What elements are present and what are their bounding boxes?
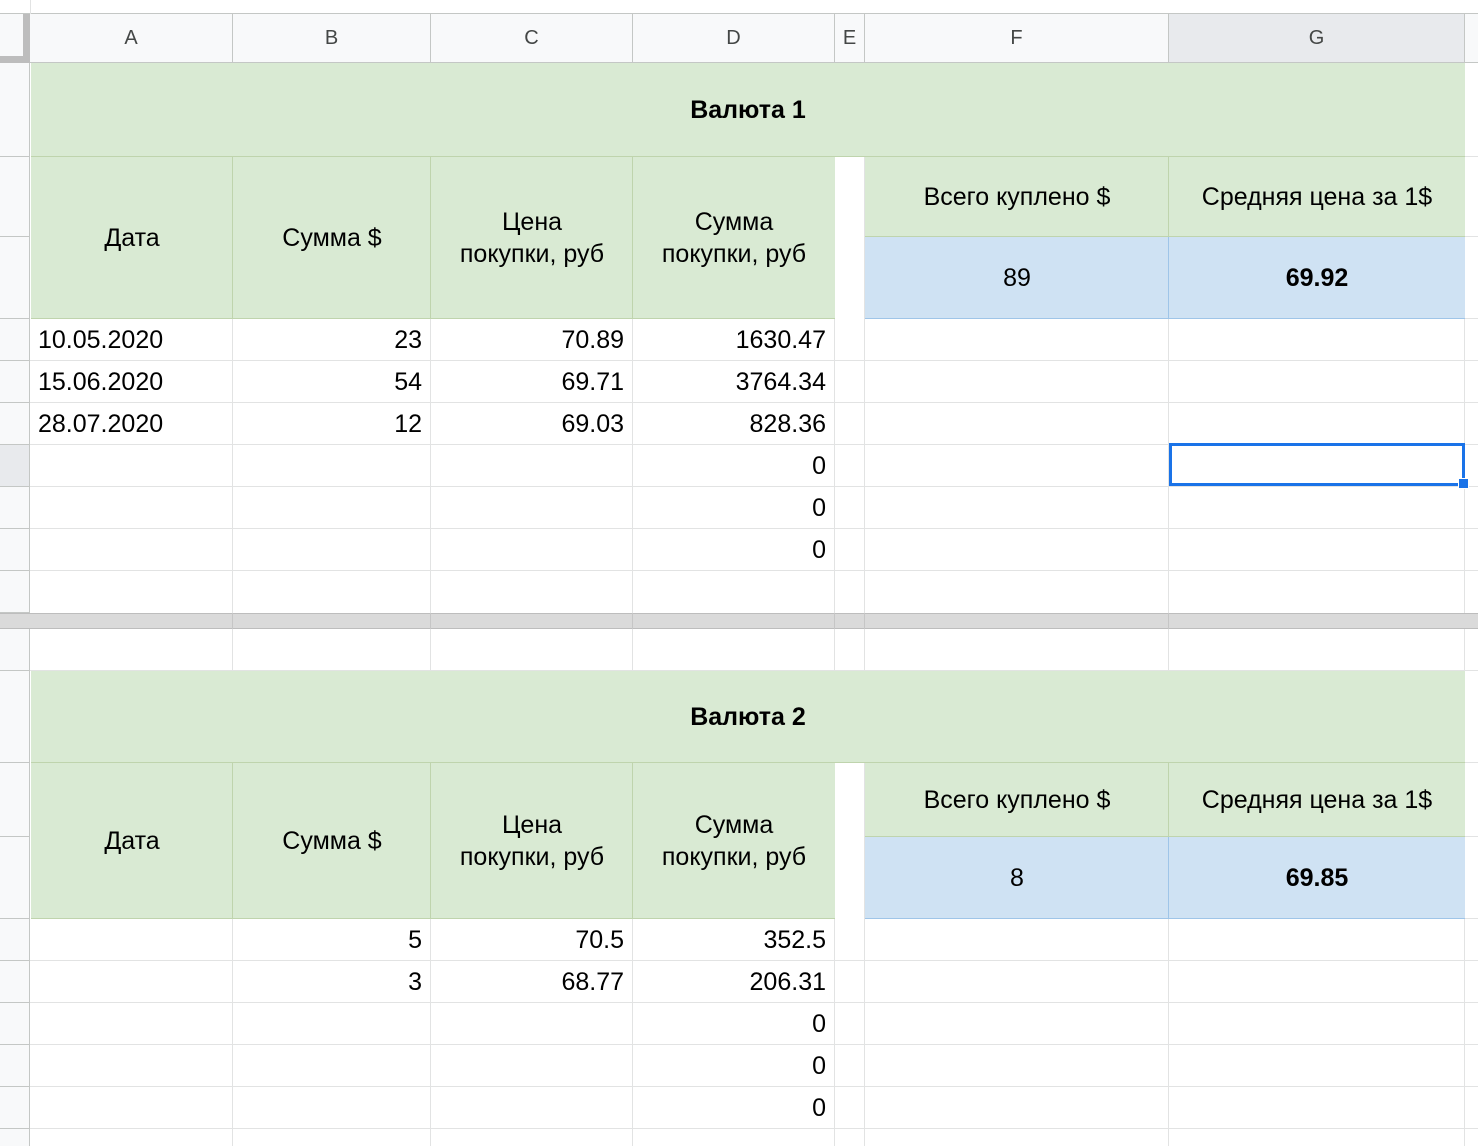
block2-row2-total[interactable]: 206.31 [633,961,834,1002]
row-header[interactable] [0,1129,30,1146]
row-header[interactable] [0,1087,30,1129]
column-header-d[interactable]: D [633,14,835,63]
block2-row4-total[interactable]: 0 [633,1045,834,1086]
block1-row1-price[interactable]: 70.89 [431,319,632,360]
block1-row4-total[interactable]: 0 [633,445,834,486]
block1-row6-total[interactable]: 0 [633,529,834,570]
row-header[interactable] [0,1045,30,1087]
block2-row5-total[interactable]: 0 [633,1087,834,1128]
block2-row2-amount[interactable]: 3 [233,961,430,1002]
column-header-h[interactable] [1465,14,1478,63]
block1-row2-amount[interactable]: 54 [233,361,430,402]
block2-header-total[interactable]: Сумма покупки, руб [633,763,835,919]
row-header-selected[interactable] [0,445,30,487]
row-header[interactable] [0,629,30,671]
block2-title[interactable]: Валюта 2 [31,671,1465,763]
block1-row3-amount[interactable]: 12 [233,403,430,444]
block2-summary-avg-value[interactable]: 69.85 [1169,837,1465,919]
row-header[interactable] [0,919,30,961]
column-header-a[interactable]: A [30,14,233,63]
row-header[interactable] [0,63,30,157]
block2-header-price[interactable]: Цена покупки, руб [431,763,633,919]
block2-header-date[interactable]: Дата [31,763,233,919]
block1-row2-total[interactable]: 3764.34 [633,361,834,402]
block2-row3-total[interactable]: 0 [633,1003,834,1044]
block1-summary-bought-value[interactable]: 89 [865,237,1169,319]
block1-row2-price[interactable]: 69.71 [431,361,632,402]
row-header[interactable] [0,237,30,319]
row-header[interactable] [0,529,30,571]
column-header-e[interactable]: E [835,14,865,63]
block1-title[interactable]: Валюта 1 [31,63,1465,157]
block1-row2-date[interactable]: 15.06.2020 [31,361,232,402]
column-header-g[interactable]: G [1169,14,1465,63]
row-header[interactable] [0,1003,30,1045]
block1-header-amount[interactable]: Сумма $ [233,157,431,319]
frozen-rows-divider[interactable] [0,613,1478,629]
block1-header-total[interactable]: Сумма покупки, руб [633,157,835,319]
block1-row3-price[interactable]: 69.03 [431,403,632,444]
column-header-f[interactable]: F [865,14,1169,63]
freeze-handle-horizontal[interactable] [0,56,30,63]
column-header-b[interactable]: B [233,14,431,63]
block2-row1-price[interactable]: 70.5 [431,919,632,960]
block1-row3-total[interactable]: 828.36 [633,403,834,444]
block2-row1-total[interactable]: 352.5 [633,919,834,960]
block2-row2-price[interactable]: 68.77 [431,961,632,1002]
row-header[interactable] [0,837,30,919]
block1-row1-date[interactable]: 10.05.2020 [31,319,232,360]
block1-header-date[interactable]: Дата [31,157,233,319]
block2-header-amount[interactable]: Сумма $ [233,763,431,919]
row-header[interactable] [0,763,30,837]
block1-row3-date[interactable]: 28.07.2020 [31,403,232,444]
block2-summary-bought-label[interactable]: Всего куплено $ [865,763,1169,837]
selected-cell-g[interactable] [1169,443,1465,486]
row-header[interactable] [0,487,30,529]
row-header[interactable] [0,671,30,763]
column-header-c[interactable]: C [431,14,633,63]
block1-header-price[interactable]: Цена покупки, руб [431,157,633,319]
row-header[interactable] [0,961,30,1003]
block1-summary-avg-value[interactable]: 69.92 [1169,237,1465,319]
block1-row1-total[interactable]: 1630.47 [633,319,834,360]
block2-summary-bought-value[interactable]: 8 [865,837,1169,919]
row-header[interactable] [0,571,30,613]
block2-summary-avg-label[interactable]: Средняя цена за 1$ [1169,763,1465,837]
row-header[interactable] [0,157,30,237]
block1-row5-total[interactable]: 0 [633,487,834,528]
block1-summary-avg-label[interactable]: Средняя цена за 1$ [1169,157,1465,237]
row-header[interactable] [0,361,30,403]
row-header[interactable] [0,319,30,361]
block1-summary-bought-label[interactable]: Всего куплено $ [865,157,1169,237]
fill-handle[interactable] [1458,478,1469,489]
spreadsheet-grid[interactable]: A B C D E F G Валюта 1 Дата Сумма $ Цена… [0,0,1478,1146]
row-header[interactable] [0,403,30,445]
block1-row1-amount[interactable]: 23 [233,319,430,360]
block2-row1-amount[interactable]: 5 [233,919,430,960]
